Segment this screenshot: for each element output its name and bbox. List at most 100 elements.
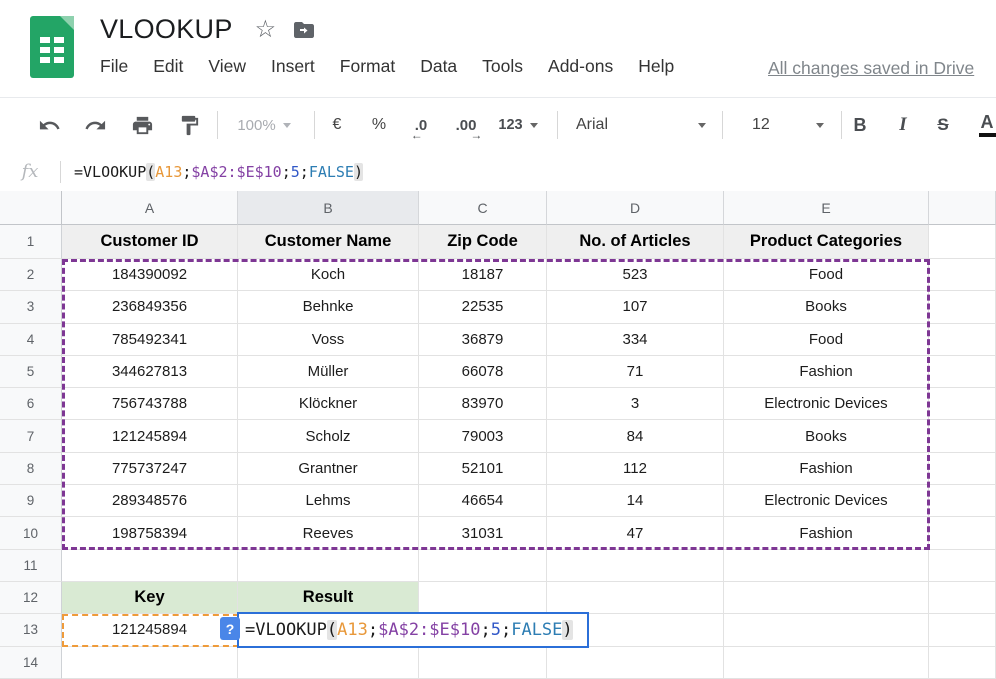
cell-E11[interactable] <box>724 550 929 582</box>
menu-item-file[interactable]: File <box>100 56 128 77</box>
document-title[interactable]: VLOOKUP <box>100 14 233 45</box>
cell-E10[interactable]: Fashion <box>724 517 929 549</box>
cell-B5[interactable]: Müller <box>238 356 419 388</box>
cell-D8[interactable]: 112 <box>547 453 724 485</box>
cell-B8[interactable]: Grantner <box>238 453 419 485</box>
cell-F2[interactable] <box>929 259 996 291</box>
row-header-10[interactable]: 10 <box>0 517 62 549</box>
cell-B11[interactable] <box>238 550 419 582</box>
cell-F12[interactable] <box>929 582 996 614</box>
more-formats-button[interactable]: 123 <box>492 98 544 152</box>
cell-A3[interactable]: 236849356 <box>62 291 238 323</box>
row-header-6[interactable]: 6 <box>0 388 62 420</box>
cell-A10[interactable]: 198758394 <box>62 517 238 549</box>
cell-C10[interactable]: 31031 <box>419 517 547 549</box>
cell-D3[interactable]: 107 <box>547 291 724 323</box>
row-header-9[interactable]: 9 <box>0 485 62 517</box>
column-header-D[interactable]: D <box>547 191 724 225</box>
cell-C8[interactable]: 52101 <box>419 453 547 485</box>
cell-E2[interactable]: Food <box>724 259 929 291</box>
move-to-folder-icon[interactable] <box>292 18 316 42</box>
cell-D12[interactable] <box>547 582 724 614</box>
cell-B10[interactable]: Reeves <box>238 517 419 549</box>
cell-E8[interactable]: Fashion <box>724 453 929 485</box>
cell-C7[interactable]: 79003 <box>419 420 547 452</box>
row-header-11[interactable]: 11 <box>0 550 62 582</box>
cell-B3[interactable]: Behnke <box>238 291 419 323</box>
cell-E13[interactable] <box>724 614 929 646</box>
cell-D5[interactable]: 71 <box>547 356 724 388</box>
cell-B12[interactable]: Result <box>238 582 419 614</box>
cell-E12[interactable] <box>724 582 929 614</box>
cell-C4[interactable]: 36879 <box>419 324 547 356</box>
cell-F1[interactable] <box>929 225 996 259</box>
cell-C12[interactable] <box>419 582 547 614</box>
column-header-B[interactable]: B <box>238 191 419 225</box>
cell-A2[interactable]: 184390092 <box>62 259 238 291</box>
row-header-5[interactable]: 5 <box>0 356 62 388</box>
menu-item-view[interactable]: View <box>208 56 246 77</box>
menu-item-data[interactable]: Data <box>420 56 457 77</box>
cell-B4[interactable]: Voss <box>238 324 419 356</box>
cell-editor-b13[interactable]: =VLOOKUP(A13;$A$2:$E$10;5;FALSE) <box>237 612 589 648</box>
save-status-link[interactable]: All changes saved in Drive <box>768 58 996 79</box>
cell-B6[interactable]: Klöckner <box>238 388 419 420</box>
cell-C2[interactable]: 18187 <box>419 259 547 291</box>
cell-C11[interactable] <box>419 550 547 582</box>
cell-B14[interactable] <box>238 647 419 679</box>
redo-button[interactable] <box>80 98 110 152</box>
cell-A11[interactable] <box>62 550 238 582</box>
cell-C14[interactable] <box>419 647 547 679</box>
formula-help-badge[interactable]: ? <box>220 617 240 640</box>
increase-decimal-button[interactable]: .00→ <box>447 98 485 152</box>
cell-C1[interactable]: Zip Code <box>419 225 547 259</box>
cell-A8[interactable]: 775737247 <box>62 453 238 485</box>
column-header-A[interactable]: A <box>62 191 238 225</box>
cell-F11[interactable] <box>929 550 996 582</box>
cell-A5[interactable]: 344627813 <box>62 356 238 388</box>
cell-F6[interactable] <box>929 388 996 420</box>
cell-D6[interactable]: 3 <box>547 388 724 420</box>
zoom-select[interactable]: 100% <box>228 98 300 152</box>
decrease-decimal-button[interactable]: .0← <box>404 98 438 152</box>
cell-B2[interactable]: Koch <box>238 259 419 291</box>
row-header-1[interactable]: 1 <box>0 225 62 259</box>
sheets-logo-icon[interactable] <box>30 16 74 78</box>
cell-D2[interactable]: 523 <box>547 259 724 291</box>
cell-D1[interactable]: No. of Articles <box>547 225 724 259</box>
cell-A9[interactable]: 289348576 <box>62 485 238 517</box>
menu-item-help[interactable]: Help <box>638 56 674 77</box>
cell-E3[interactable]: Books <box>724 291 929 323</box>
formula-input[interactable]: =VLOOKUP(A13;$A$2:$E$10;5;FALSE) <box>61 163 363 181</box>
cell-D7[interactable]: 84 <box>547 420 724 452</box>
cell-A4[interactable]: 785492341 <box>62 324 238 356</box>
cell-E5[interactable]: Fashion <box>724 356 929 388</box>
undo-button[interactable] <box>34 98 64 152</box>
star-icon[interactable]: ☆ <box>255 18 277 42</box>
cell-E7[interactable]: Books <box>724 420 929 452</box>
cell-A14[interactable] <box>62 647 238 679</box>
cell-D14[interactable] <box>547 647 724 679</box>
italic-button[interactable]: I <box>889 98 917 152</box>
cell-A7[interactable]: 121245894 <box>62 420 238 452</box>
cell-E14[interactable] <box>724 647 929 679</box>
cell-F14[interactable] <box>929 647 996 679</box>
cell-D11[interactable] <box>547 550 724 582</box>
cell-E4[interactable]: Food <box>724 324 929 356</box>
format-currency-button[interactable]: € <box>322 98 352 152</box>
print-button[interactable] <box>125 98 159 152</box>
column-header-E[interactable]: E <box>724 191 929 225</box>
row-header-12[interactable]: 12 <box>0 582 62 614</box>
cell-F10[interactable] <box>929 517 996 549</box>
row-header-7[interactable]: 7 <box>0 420 62 452</box>
cell-A12[interactable]: Key <box>62 582 238 614</box>
cell-E6[interactable]: Electronic Devices <box>724 388 929 420</box>
cell-C5[interactable]: 66078 <box>419 356 547 388</box>
row-header-3[interactable]: 3 <box>0 291 62 323</box>
text-color-button[interactable]: A <box>970 98 996 152</box>
cell-B9[interactable]: Lehms <box>238 485 419 517</box>
menu-item-edit[interactable]: Edit <box>153 56 183 77</box>
menu-item-tools[interactable]: Tools <box>482 56 523 77</box>
cell-C9[interactable]: 46654 <box>419 485 547 517</box>
cell-D10[interactable]: 47 <box>547 517 724 549</box>
